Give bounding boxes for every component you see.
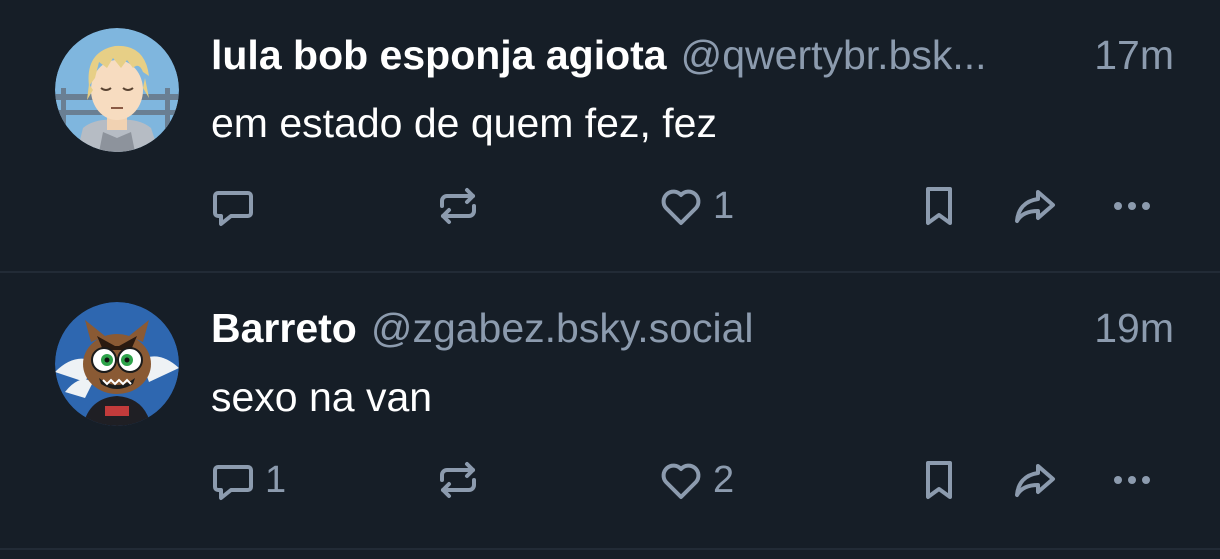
post-header: Barreto @zgabez.bsky.social 19m [211, 300, 1174, 356]
reply-button[interactable]: 1 [209, 454, 286, 506]
author-display-name[interactable]: lula bob esponja agiota [211, 27, 667, 83]
like-count: 1 [713, 185, 735, 227]
repost-icon [440, 462, 476, 498]
repost-button[interactable] [434, 180, 490, 232]
author-display-name[interactable]: Barreto [211, 300, 357, 356]
feed: lula bob esponja agiota @qwertybr.bsk...… [0, 0, 1220, 559]
share-button[interactable] [1011, 454, 1059, 506]
reply-icon [213, 465, 253, 500]
repost-icon [440, 188, 476, 224]
like-button[interactable]: 2 [657, 454, 734, 506]
bookmark-icon [926, 187, 952, 225]
more-options-button[interactable] [1108, 180, 1156, 232]
avatar-image [55, 302, 179, 426]
more-options-icon [1114, 202, 1150, 210]
repost-button[interactable] [434, 454, 490, 506]
bookmark-button[interactable] [915, 180, 963, 232]
reply-icon [213, 191, 253, 226]
heart-icon [661, 463, 701, 499]
post-divider [0, 548, 1220, 550]
heart-icon [661, 189, 701, 225]
reply-button[interactable] [209, 180, 265, 232]
bookmark-button[interactable] [915, 454, 963, 506]
post-text: sexo na van [211, 374, 433, 420]
post-text: em estado de quem fez, fez [211, 100, 717, 146]
avatar-image [55, 28, 179, 152]
post-header: lula bob esponja agiota @qwertybr.bsk...… [211, 27, 1174, 83]
avatar[interactable] [55, 302, 179, 426]
post-divider [0, 271, 1220, 273]
reply-count: 1 [265, 459, 287, 501]
like-button[interactable]: 1 [657, 180, 734, 232]
more-options-icon [1114, 476, 1150, 484]
author-handle[interactable]: @zgabez.bsky.social [371, 300, 1082, 356]
like-count: 2 [713, 459, 735, 501]
share-icon [1015, 464, 1055, 497]
share-button[interactable] [1011, 180, 1059, 232]
more-options-button[interactable] [1108, 454, 1156, 506]
avatar[interactable] [55, 28, 179, 152]
post-timestamp[interactable]: 17m [1094, 27, 1174, 83]
author-handle[interactable]: @qwertybr.bsk... [681, 27, 1083, 83]
bookmark-icon [926, 461, 952, 499]
post[interactable]: Barreto @zgabez.bsky.social 19m sexo na … [0, 274, 1220, 549]
share-icon [1015, 190, 1055, 223]
post-timestamp[interactable]: 19m [1094, 300, 1174, 356]
post-actions: 1 [0, 180, 1220, 232]
post[interactable]: lula bob esponja agiota @qwertybr.bsk...… [0, 0, 1220, 274]
post-actions: 1 2 [0, 454, 1220, 506]
